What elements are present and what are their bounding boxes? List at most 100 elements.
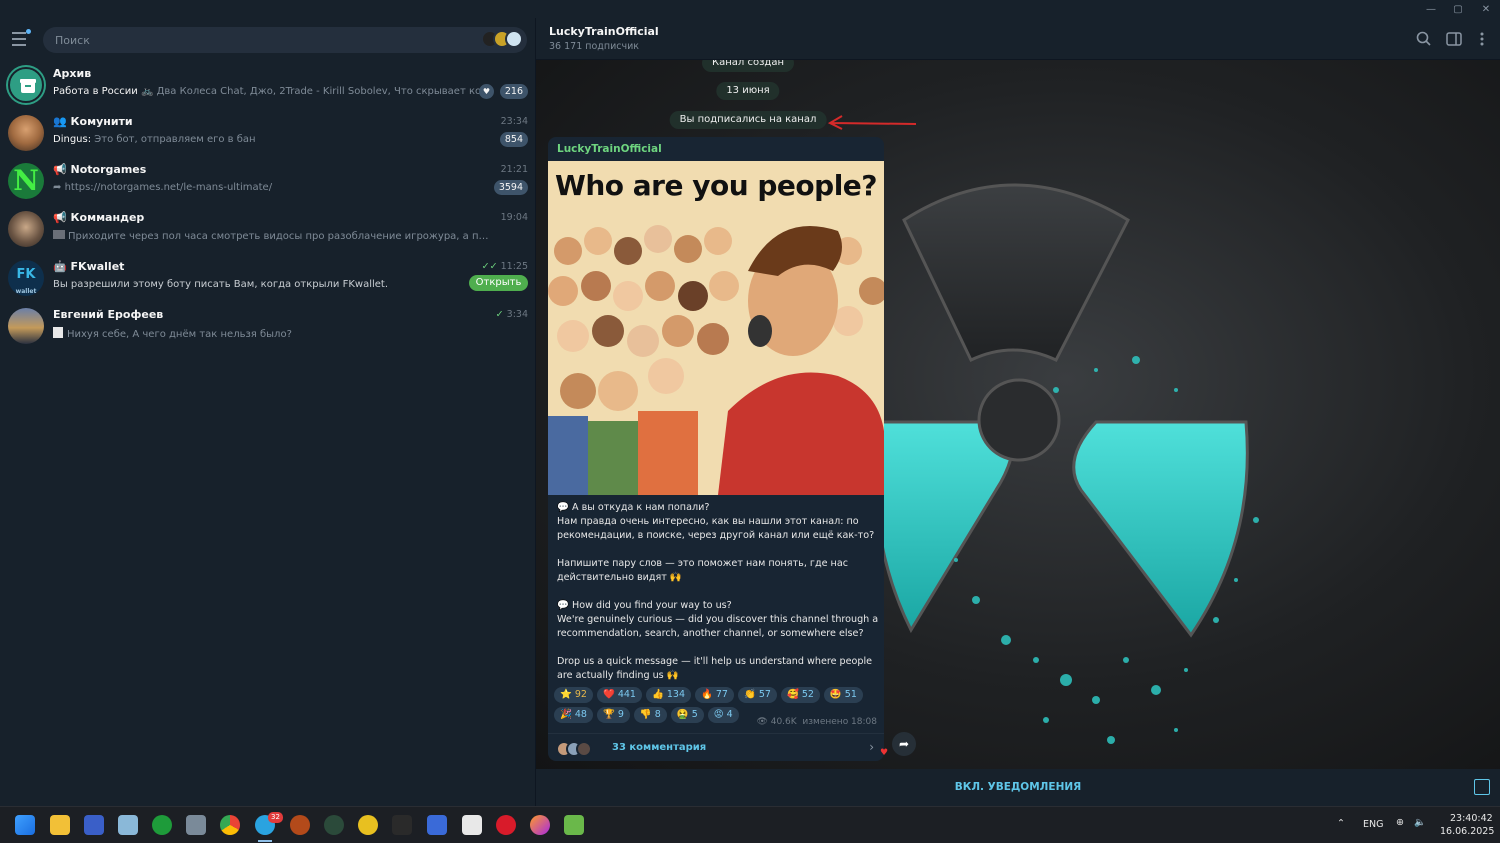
chat-item-evgeny[interactable]: Евгений Ерофеев ✓ 3:34 Нихуя себе, А чег…	[0, 304, 536, 352]
save-icon[interactable]	[84, 815, 104, 835]
reaction-vomit[interactable]: 🤮 5	[670, 707, 704, 723]
post-author[interactable]: LuckyTrainOfficial	[557, 143, 662, 155]
notepad-icon[interactable]	[118, 815, 138, 835]
gift-icon[interactable]	[1474, 779, 1490, 795]
chat-title: 👥 Комунити	[53, 115, 133, 128]
firefox-icon[interactable]	[530, 815, 550, 835]
chat-time: ✓✓ 11:25	[481, 261, 528, 272]
cross-icon[interactable]	[392, 815, 412, 835]
chat-time: ✓ 3:34	[495, 309, 528, 320]
post-paragraph: 💬 How did you find your way to us? We're…	[557, 600, 879, 639]
story-avatar[interactable]	[505, 30, 523, 48]
chat-item-community[interactable]: 👥 Комунити 23:34 Dingus: Это бот, отправ…	[0, 111, 536, 159]
heart-icon: ♥	[479, 84, 494, 99]
date-pill: 13 июня	[716, 82, 780, 100]
chat-title: Архив	[53, 67, 92, 80]
clock-date[interactable]: 16.06.2025	[1440, 826, 1494, 837]
search-input[interactable]	[55, 27, 455, 53]
channel-post[interactable]: LuckyTrainOfficial Who are you people? 💬…	[548, 137, 884, 761]
tray-chevron-icon[interactable]: ⌃	[1337, 818, 1345, 829]
game-icon[interactable]	[290, 815, 310, 835]
chrome-icon[interactable]	[220, 815, 240, 835]
chat-time: 23:34	[500, 116, 528, 127]
video-thumb-icon	[53, 230, 65, 239]
unread-badge: 216	[499, 84, 528, 99]
clock-time[interactable]: 23:40:42	[1450, 813, 1493, 824]
crowd-illustration	[548, 161, 884, 495]
chat-title: 🤖 FKwallet	[53, 260, 125, 273]
chat-item-fkwallet[interactable]: FK wallet 🤖 FKwallet ✓✓ 11:25 Вы разрешил…	[0, 256, 536, 304]
bot-icon: 🤖	[53, 260, 71, 273]
search-icon[interactable]	[1415, 30, 1433, 48]
maximize-icon[interactable]: ▢	[1444, 0, 1472, 18]
post-image[interactable]: Who are you people?	[548, 161, 884, 495]
nox-icon[interactable]	[324, 815, 344, 835]
post-paragraph: Drop us a quick message — it'll help us …	[557, 656, 873, 681]
file-explorer-icon[interactable]	[50, 815, 70, 835]
network-icon[interactable]: ⊕	[1396, 817, 1404, 828]
channel-title[interactable]: LuckyTrainOfficial	[549, 25, 659, 38]
more-options-icon[interactable]	[1473, 30, 1491, 48]
share-icon[interactable]: ➦	[892, 732, 916, 756]
reaction-trophy[interactable]: 🏆 9	[596, 707, 630, 723]
avatar	[576, 741, 592, 757]
chat-preview: Приходите через пол часа смотреть видосы…	[53, 230, 493, 242]
app-icon[interactable]	[358, 815, 378, 835]
chat-item-notorgames[interactable]: N 📢 Notorgames 21:21 ➦ https://notorgame…	[0, 159, 536, 207]
chat-avatar	[8, 308, 44, 344]
stories-avatars[interactable]	[481, 30, 523, 48]
search-bar	[43, 27, 527, 53]
chat-item-archive[interactable]: Архив Работа в России 🚲 Два Колеса Chat,…	[0, 63, 536, 111]
chevron-right-icon: ›	[869, 740, 874, 754]
volume-icon[interactable]: 🔈	[1414, 817, 1426, 828]
reaction-heart[interactable]: ❤️ 441	[596, 687, 642, 703]
service-message-created: Канал создан	[702, 60, 794, 72]
minimize-icon[interactable]: —	[1417, 0, 1445, 18]
document-thumb-icon	[53, 327, 63, 338]
chat-preview: ➦ https://notorgames.net/le-mans-ultimat…	[53, 182, 273, 193]
chat-title: 📢 Notorgames	[53, 163, 147, 176]
tool-icon[interactable]	[186, 815, 206, 835]
forward-icon: ➦	[53, 182, 65, 193]
menu-icon[interactable]	[12, 32, 30, 46]
reaction-fire[interactable]: 🔥 77	[695, 687, 734, 703]
chat-avatar: N	[8, 163, 44, 199]
close-icon[interactable]: ✕	[1472, 0, 1500, 18]
post-paragraph: Напишите пару слов — это поможет нам пон…	[557, 558, 848, 583]
chat-item-commander[interactable]: 📢 Коммандер 19:04 Приходите через пол ча…	[0, 207, 536, 255]
telegram-window: — ▢ ✕ Архив Работа в России 🚲 Два Колеса…	[0, 0, 1500, 806]
sidebar-toggle-icon[interactable]	[1445, 30, 1463, 48]
reaction-star-eyes[interactable]: 🤩 51	[823, 687, 863, 703]
chat-avatar	[8, 211, 44, 247]
archive-icon	[8, 67, 44, 103]
subscriber-count: 36 171 подписчик	[549, 41, 639, 52]
enable-notifications-button[interactable]: ВКЛ. УВЕДОМЛЕНИЯ	[536, 769, 1500, 806]
reaction-love[interactable]: 🥰 52	[780, 687, 820, 703]
reaction-star[interactable]: ⭐ 92	[554, 687, 593, 703]
group-icon: 👥	[53, 115, 71, 128]
chat-header[interactable]: LuckyTrainOfficial 36 171 подписчик	[536, 18, 1500, 60]
chat-preview: Вы разрешили этому боту писать Вам, когд…	[53, 279, 389, 290]
reaction-party[interactable]: 🎉 48	[554, 707, 593, 723]
megaphone-icon: 📢	[53, 211, 71, 224]
windows-start-icon[interactable]	[15, 815, 35, 835]
chat-time: 21:21	[500, 164, 528, 175]
reaction-thumbs-down[interactable]: 👎 8	[633, 707, 667, 723]
reaction-angry[interactable]: 😡 4	[707, 707, 739, 723]
utorrent-icon[interactable]	[152, 815, 172, 835]
reaction-clap[interactable]: 👏 57	[737, 687, 777, 703]
open-button[interactable]: Открыть	[469, 275, 528, 291]
commenter-avatars	[556, 741, 592, 757]
comments-button[interactable]: 33 комментария ›	[548, 733, 884, 761]
ggsel-icon[interactable]	[462, 815, 482, 835]
opera-icon[interactable]	[496, 815, 516, 835]
chat-preview: Dingus: Это бот, отправляем его в бан	[53, 134, 256, 145]
chat-title: Евгений Ерофеев	[53, 308, 164, 321]
chat-wallpaper: Канал создан 13 июня Вы подписались на к…	[536, 60, 1500, 769]
language-indicator[interactable]: ENG	[1363, 819, 1383, 830]
eye-icon: 👁	[756, 717, 771, 727]
heart-reaction-icon: ♥	[880, 748, 889, 758]
notes-icon[interactable]	[564, 815, 584, 835]
reaction-thumbs-up[interactable]: 👍 134	[645, 687, 691, 703]
shield-icon[interactable]	[427, 815, 447, 835]
